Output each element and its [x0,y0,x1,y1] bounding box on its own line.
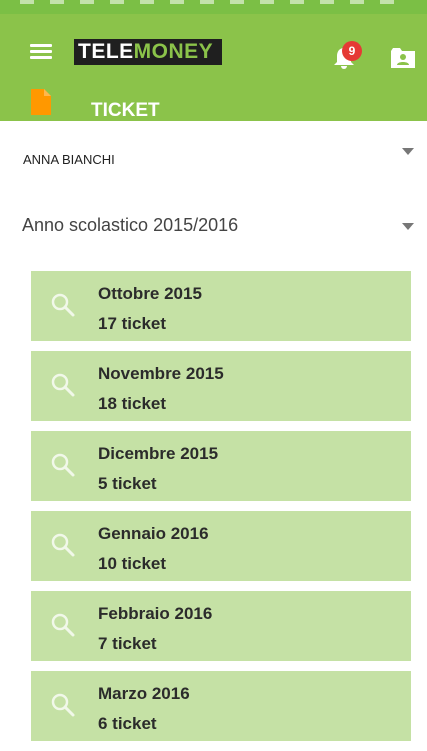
contact-card-icon[interactable] [390,46,416,70]
search-icon [49,611,77,639]
month-name: Marzo 2016 [98,684,190,703]
month-card-febbraio-2016[interactable]: Febbraio 2016 7 ticket [31,591,411,661]
search-icon [49,291,77,319]
ticket-count: 17 ticket [98,314,167,333]
app-bar: TELE MONEY 9 TICKET [0,14,427,121]
ticket-count: 6 ticket [98,714,157,733]
search-icon [49,691,77,719]
school-year-value: Anno scolastico 2015/2016 [22,215,239,235]
month-name: Dicembre 2015 [98,444,219,463]
logo-text-tele: TELE [78,40,134,63]
menu-icon[interactable] [30,44,52,60]
telemoney-logo: TELE MONEY [74,39,222,65]
ticket-count: 10 ticket [98,554,167,573]
month-card-ottobre-2015[interactable]: Ottobre 2015 17 ticket [31,271,411,341]
student-dropdown[interactable]: ANNA BIANCHI [0,128,427,188]
ticket-count: 18 ticket [98,394,167,413]
status-icons [20,0,407,4]
month-card-gennaio-2016[interactable]: Gennaio 2016 10 ticket [31,511,411,581]
month-name: Febbraio 2016 [98,604,213,623]
month-card-novembre-2015[interactable]: Novembre 2015 18 ticket [31,351,411,421]
month-card-marzo-2016[interactable]: Marzo 2016 6 ticket [31,671,411,741]
month-card-dicembre-2015[interactable]: Dicembre 2015 5 ticket [31,431,411,501]
chevron-down-icon [402,148,414,155]
document-icon [31,89,51,115]
month-name: Gennaio 2016 [98,524,209,543]
school-year-dropdown[interactable]: Anno scolastico 2015/2016 [0,200,427,252]
ticket-count: 5 ticket [98,474,157,493]
month-list: Ottobre 2015 17 ticket Novembre 2015 18 … [31,271,411,751]
ticket-count: 7 ticket [98,634,157,653]
student-select-value: ANNA BIANCHI [23,152,115,167]
status-bar [0,0,427,14]
logo-text-money: MONEY [133,40,214,63]
notification-badge: 9 [342,41,362,61]
search-icon [49,451,77,479]
search-icon [49,531,77,559]
month-name: Ottobre 2015 [98,284,202,303]
search-icon [49,371,77,399]
page-title: TICKET [91,100,160,121]
chevron-down-icon [402,223,414,230]
month-name: Novembre 2015 [98,364,224,383]
